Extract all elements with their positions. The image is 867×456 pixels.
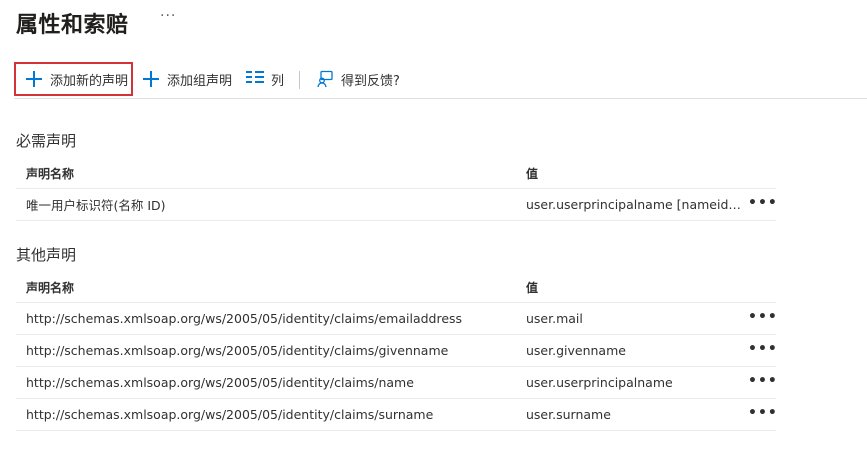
title-row: 属性和索赔 [16, 6, 129, 40]
table-header: 声明名称 值 [16, 272, 776, 303]
columns-icon [246, 70, 264, 88]
columns-label: 列 [271, 73, 285, 89]
plus-icon [142, 70, 160, 88]
table-row[interactable]: 唯一用户标识符(名称 ID) user.userprincipalname [n… [16, 189, 778, 221]
table-row[interactable]: http://schemas.xmlsoap.org/ws/2005/05/id… [16, 335, 778, 367]
claim-value: user.surname [526, 407, 611, 422]
other-claims-table: 声明名称 值 http://schemas.xmlsoap.org/ws/200… [16, 272, 778, 431]
more-icon[interactable]: ••• [748, 373, 778, 389]
claim-name: http://schemas.xmlsoap.org/ws/2005/05/id… [26, 343, 449, 358]
column-header-claim-name: 声明名称 [26, 280, 75, 295]
add-new-claim-button[interactable]: 添加新的声明 [14, 62, 133, 96]
toolbar-divider [299, 71, 300, 89]
more-icon[interactable]: ••• [748, 309, 778, 325]
page: 属性和索赔 ··· 添加新的声明 添加组声明 列 得到反馈? 必需声明 声明名称… [0, 0, 867, 456]
claim-value: user.givenname [526, 343, 626, 358]
table-row[interactable]: http://schemas.xmlsoap.org/ws/2005/05/id… [16, 399, 778, 431]
column-header-value: 值 [526, 166, 539, 181]
claim-name: 唯一用户标识符(名称 ID) [26, 198, 166, 213]
more-icon[interactable]: ••• [748, 405, 778, 421]
add-group-claim-label: 添加组声明 [167, 73, 233, 89]
feedback-label: 得到反馈? [341, 73, 400, 89]
claim-name: http://schemas.xmlsoap.org/ws/2005/05/id… [26, 311, 463, 326]
table-row[interactable]: http://schemas.xmlsoap.org/ws/2005/05/id… [16, 303, 778, 335]
columns-button[interactable]: 列 [246, 62, 284, 96]
feedback-button[interactable]: 得到反馈? [316, 62, 400, 96]
page-title: 属性和索赔 [16, 13, 129, 38]
other-claims-title: 其他声明 [16, 246, 77, 264]
required-claims-title: 必需声明 [16, 132, 77, 150]
table-row[interactable]: http://schemas.xmlsoap.org/ws/2005/05/id… [16, 367, 778, 399]
claim-value: user.userprincipalname [526, 375, 673, 390]
column-header-claim-name: 声明名称 [26, 166, 75, 181]
add-group-claim-button[interactable]: 添加组声明 [142, 62, 232, 96]
claim-name: http://schemas.xmlsoap.org/ws/2005/05/id… [26, 407, 434, 422]
plus-icon [25, 70, 43, 88]
table-header: 声明名称 值 [16, 158, 776, 189]
claim-name: http://schemas.xmlsoap.org/ws/2005/05/id… [26, 375, 414, 390]
title-more-icon[interactable]: ··· [160, 8, 176, 24]
feedback-icon [316, 70, 334, 88]
more-icon[interactable]: ••• [748, 195, 778, 211]
add-new-claim-label: 添加新的声明 [50, 73, 129, 89]
required-claims-table: 声明名称 值 唯一用户标识符(名称 ID) user.userprincipal… [16, 158, 778, 221]
claim-value: user.mail [526, 311, 583, 326]
more-icon[interactable]: ••• [748, 341, 778, 357]
claim-value: user.userprincipalname [nameid-for... [526, 197, 744, 212]
column-header-value: 值 [526, 280, 539, 295]
toolbar: 添加新的声明 添加组声明 列 得到反馈? [14, 62, 867, 99]
